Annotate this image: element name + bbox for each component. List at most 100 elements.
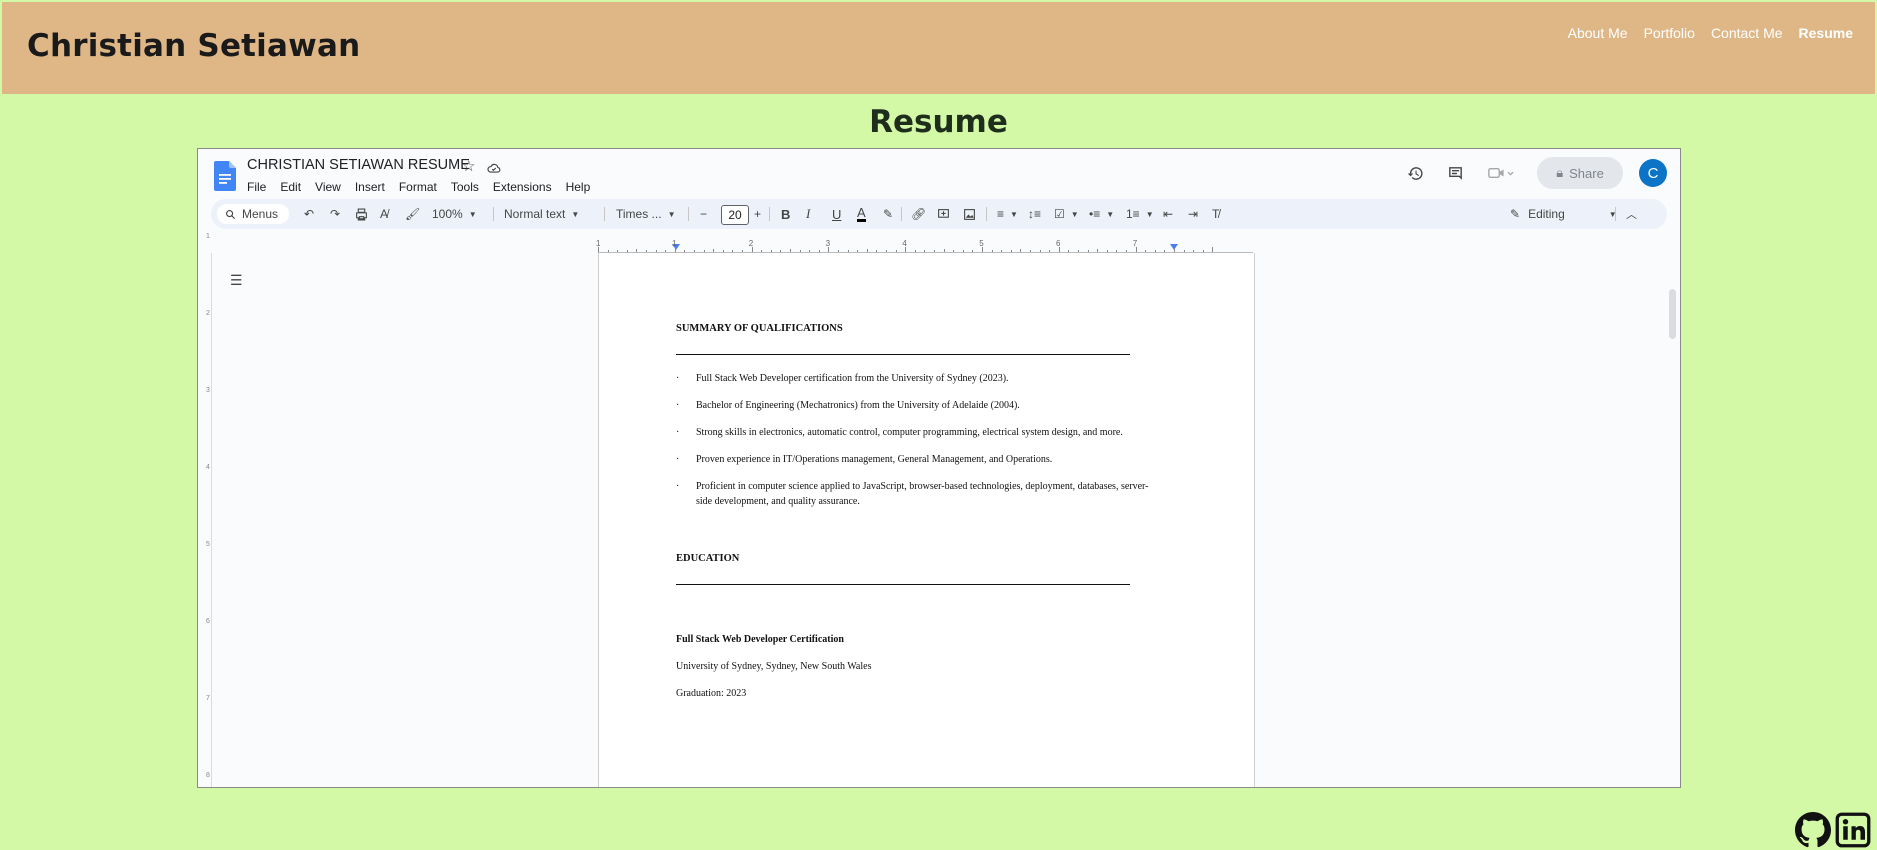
github-icon[interactable]: [1795, 812, 1831, 848]
menu-insert[interactable]: Insert: [348, 180, 392, 194]
divider: [688, 207, 689, 221]
ruler-tick: [866, 249, 868, 252]
share-button[interactable]: 🔒︎ Share: [1537, 157, 1623, 189]
ruler-tick: [1001, 250, 1003, 252]
checklist-icon[interactable]: ☑ ▼: [1054, 199, 1079, 229]
italic-icon[interactable]: I: [806, 199, 810, 229]
document-page[interactable]: SUMMARY OF QUALIFICATIONS · Full Stack We…: [598, 253, 1255, 787]
ruler-number: 5: [979, 239, 984, 248]
font-family-select[interactable]: Times ... ▼: [616, 199, 675, 229]
meet-video-icon[interactable]: [1481, 159, 1521, 187]
list-item: · Proficient in computer science applied …: [676, 481, 1149, 507]
ruler-tick: [1183, 250, 1185, 252]
ruler-tick: [876, 250, 878, 252]
menu-tools[interactable]: Tools: [444, 180, 486, 194]
insert-link-icon[interactable]: 🔗︎: [911, 199, 926, 229]
ruler-tick: [1106, 250, 1108, 252]
hide-menus-chevron-up-icon[interactable]: ︿: [1626, 199, 1637, 229]
ruler-tick: [761, 250, 763, 252]
text-color-icon[interactable]: A: [857, 199, 866, 229]
docs-logo-icon[interactable]: [214, 161, 236, 191]
vruler-number: 5: [206, 541, 210, 548]
document-outline-icon[interactable]: ☰: [230, 272, 243, 289]
nav-about-me[interactable]: About Me: [1568, 25, 1628, 41]
formatting-toolbar: Menus ↶ ↷ A̸ 🖌︎ 100% ▼ Normal text ▼ Times…: [211, 199, 1667, 229]
ruler-tick: [953, 250, 955, 252]
ruler-tick: [1049, 250, 1051, 252]
ruler-tick: [1154, 250, 1156, 252]
star-icon[interactable]: ☆: [462, 157, 475, 175]
nav-portfolio[interactable]: Portfolio: [1644, 25, 1695, 41]
ruler-number: 6: [1056, 239, 1061, 248]
numbered-list-icon[interactable]: 1≡ ▼: [1126, 199, 1154, 229]
bulleted-list-icon[interactable]: •≡ ▼: [1089, 199, 1114, 229]
bold-icon[interactable]: B: [781, 199, 790, 229]
horizontal-ruler[interactable]: 1 1 2 3 4 5 6 7: [596, 239, 1253, 253]
spell-check-icon[interactable]: A̸: [380, 199, 388, 229]
ruler-tick: [1097, 249, 1099, 252]
divider: [493, 207, 494, 221]
google-docs-embed[interactable]: CHRISTIAN SETIAWAN RESUME ☆ File Edit Vi…: [197, 148, 1681, 788]
list-item: · Proven experience in IT/Operations mana…: [676, 454, 1053, 465]
decrease-indent-icon[interactable]: ⇤: [1163, 199, 1173, 229]
menu-file[interactable]: File: [247, 180, 273, 194]
lock-icon: 🔒︎: [1556, 165, 1564, 180]
comments-icon[interactable]: [1441, 159, 1469, 187]
ruler-tick: [617, 250, 619, 252]
ruler-tick: [684, 250, 686, 252]
font-size-input[interactable]: 20: [721, 205, 749, 225]
list-item: · Bachelor of Engineering (Mechatronics) …: [676, 400, 1020, 411]
ruler-tick: [1174, 249, 1175, 252]
zoom-select[interactable]: 100% ▼: [432, 199, 477, 229]
version-history-icon[interactable]: [1401, 159, 1429, 187]
menu-view[interactable]: View: [308, 180, 348, 194]
chevron-down-icon: ▼: [1070, 209, 1079, 219]
linkedin-icon[interactable]: [1835, 812, 1871, 848]
undo-icon[interactable]: ↶: [304, 199, 314, 229]
site-title[interactable]: Christian Setiawan: [27, 28, 360, 64]
ruler-tick: [1126, 250, 1127, 252]
add-comment-icon[interactable]: [937, 199, 950, 229]
align-icon[interactable]: ≡ ▼: [997, 199, 1018, 229]
cloud-status-icon[interactable]: [487, 161, 501, 175]
increase-font-size-icon[interactable]: +: [754, 199, 761, 229]
ruler-number: 3: [825, 239, 831, 248]
top-right-actions: 🔒︎ Share C: [1389, 157, 1667, 189]
divider: [769, 207, 770, 221]
ruler-tick: [895, 250, 897, 252]
section-divider: [676, 584, 1130, 585]
user-avatar[interactable]: C: [1639, 159, 1667, 187]
ruler-tick: [722, 250, 724, 252]
ruler-tick: [962, 250, 964, 252]
menu-format[interactable]: Format: [392, 180, 444, 194]
ruler-tick: [703, 250, 705, 252]
menu-extensions[interactable]: Extensions: [486, 180, 559, 194]
decrease-font-size-icon[interactable]: −: [700, 199, 707, 229]
vertical-scrollbar[interactable]: [1669, 289, 1676, 339]
ruler-tick: [770, 250, 772, 252]
increase-indent-icon[interactable]: ⇥: [1188, 199, 1198, 229]
document-title[interactable]: CHRISTIAN SETIAWAN RESUME: [247, 157, 470, 173]
clear-formatting-icon[interactable]: T̸: [1212, 199, 1219, 229]
print-icon[interactable]: [355, 199, 368, 229]
nav-resume[interactable]: Resume: [1799, 25, 1853, 41]
line-spacing-icon[interactable]: ↕≡: [1028, 199, 1041, 229]
insert-image-icon[interactable]: [963, 199, 976, 229]
ruler-tick: [1087, 250, 1089, 252]
menu-help[interactable]: Help: [559, 180, 598, 194]
ruler-tick: [790, 249, 791, 252]
menu-edit[interactable]: Edit: [273, 180, 308, 194]
search-icon: [226, 209, 236, 219]
ruler-tick: [607, 250, 609, 252]
paragraph-style-select[interactable]: Normal text ▼: [504, 199, 579, 229]
ruler-tick: [780, 250, 782, 252]
underline-icon[interactable]: U: [832, 199, 841, 229]
editing-mode-select[interactable]: ✎ Editing ▼: [1510, 199, 1617, 229]
highlight-color-icon[interactable]: ✎: [883, 199, 893, 229]
nav-contact-me[interactable]: Contact Me: [1711, 25, 1783, 41]
paint-format-icon[interactable]: 🖌︎: [405, 199, 420, 229]
vruler-number: 2: [206, 310, 210, 317]
redo-icon[interactable]: ↷: [330, 199, 340, 229]
search-menus-input[interactable]: Menus: [217, 204, 289, 224]
ruler-tick: [1164, 250, 1166, 252]
